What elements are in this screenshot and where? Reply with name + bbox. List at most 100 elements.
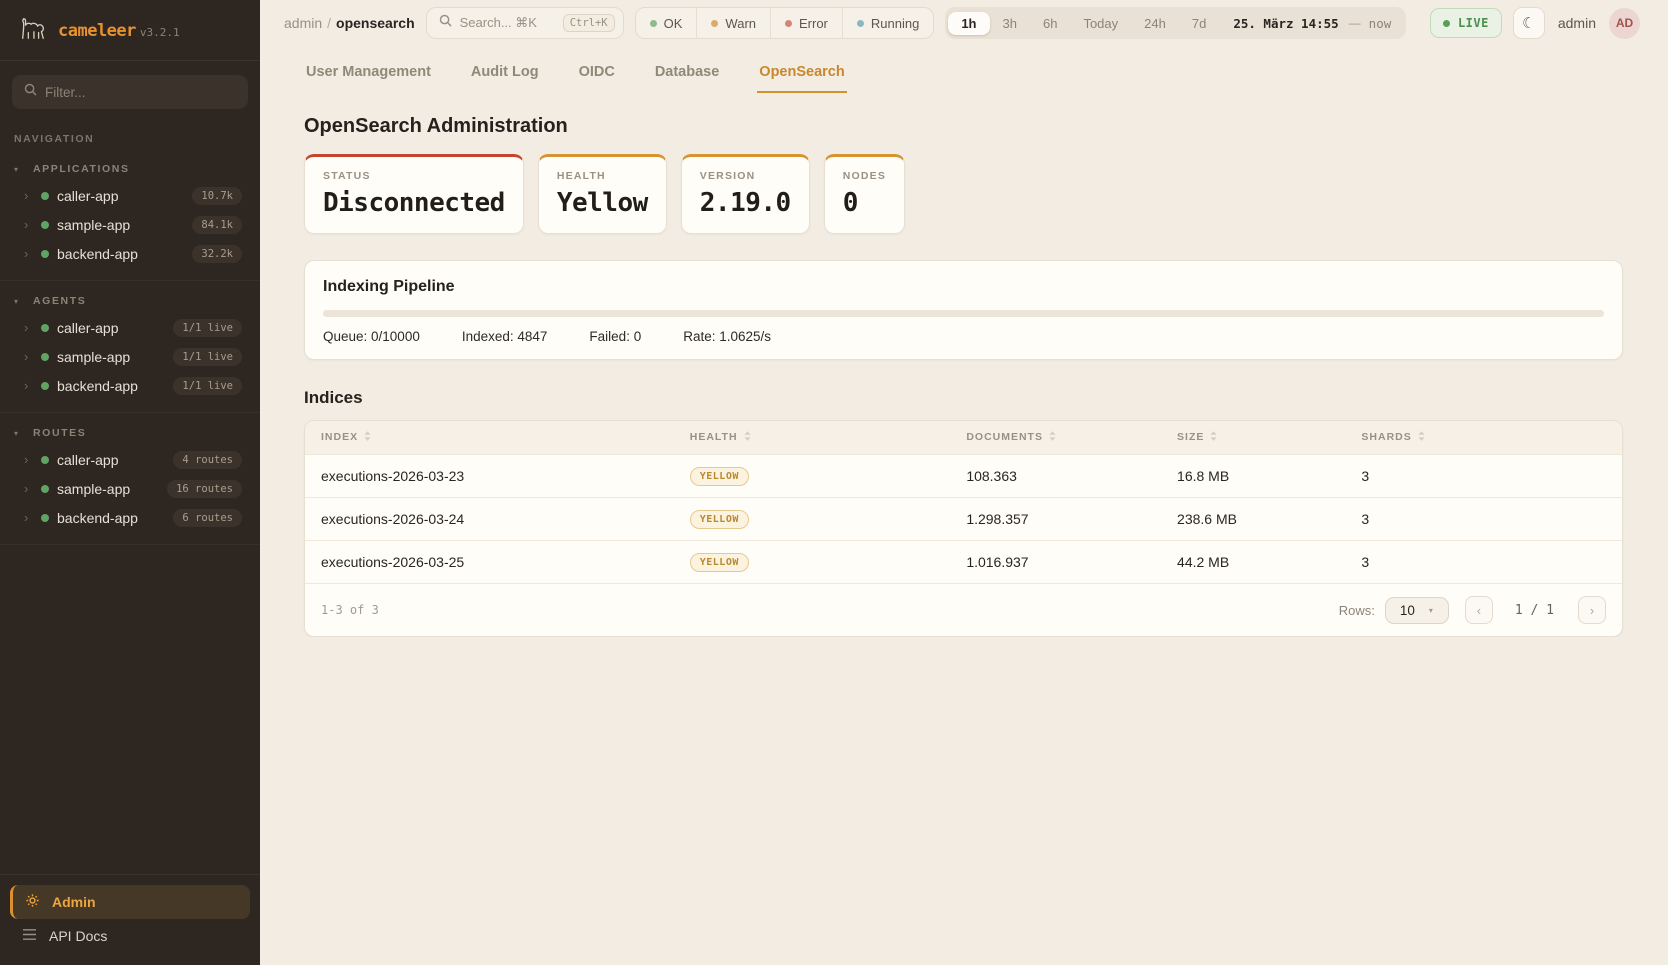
search-placeholder: Search... ⌘K [460,15,537,31]
live-indicator[interactable]: LIVE [1430,8,1502,38]
tab-database[interactable]: Database [653,56,721,93]
list-icon [22,928,37,944]
chevron-right-icon: › [1590,603,1594,618]
error-dot-icon [785,20,792,27]
filter-chip-warn[interactable]: Warn [696,8,770,38]
warn-dot-icon [711,20,718,27]
time-range-24h[interactable]: 24h [1131,12,1179,35]
rows-per-page-select[interactable]: 10 ▾ [1385,597,1449,624]
sidebar-item-routes-backend-app[interactable]: › backend-app 6 routes [12,503,248,532]
cell-shards: 3 [1345,455,1622,498]
filter-chip-ok[interactable]: OK [636,8,697,38]
time-range-7d[interactable]: 7d [1179,12,1219,35]
sort-icon [1210,431,1217,444]
admin-tabs: User Management Audit Log OIDC Database … [260,46,1668,93]
sidebar-section-applications: ▾ APPLICATIONS › caller-app 10.7k › samp… [0,149,260,281]
sidebar-item-routes-caller-app[interactable]: › caller-app 4 routes [12,445,248,474]
table-row[interactable]: executions-2026-03-24 YELLOW 1.298.357 2… [305,498,1622,541]
stat-value: 0 [843,188,886,218]
table-footer: 1-3 of 3 Rows: 10 ▾ ‹ 1 / 1 › [305,583,1622,636]
rows-per-page-label: Rows: [1339,603,1375,618]
chip-label: OK [664,16,683,31]
column-header-index[interactable]: INDEX [305,421,674,455]
filter-chip-running[interactable]: Running [842,8,933,38]
filter-chip-error[interactable]: Error [770,8,842,38]
stat-card-status: STATUS Disconnected [304,154,524,234]
sidebar-item-admin[interactable]: Admin [10,885,250,919]
section-title: AGENTS [33,295,86,307]
sidebar-item-applications-caller-app[interactable]: › caller-app 10.7k [12,181,248,210]
table-row[interactable]: executions-2026-03-23 YELLOW 108.363 16.… [305,455,1622,498]
cell-health: YELLOW [674,541,951,584]
running-dot-icon [857,20,864,27]
time-from-display[interactable]: 25. März 14:55 [1219,16,1344,31]
footer-item-label: Admin [52,894,96,910]
sidebar-item-agents-sample-app[interactable]: › sample-app 1/1 live [12,342,248,371]
time-range-today[interactable]: Today [1070,12,1131,35]
item-label: caller-app [57,320,118,336]
section-header[interactable]: ▾ AGENTS [12,291,248,313]
breadcrumb: admin/opensearch [284,15,415,31]
cell-health: YELLOW [674,498,951,541]
sidebar-item-applications-backend-app[interactable]: › backend-app 32.2k [12,239,248,268]
time-range-1h[interactable]: 1h [948,12,989,35]
column-header-health[interactable]: HEALTH [674,421,951,455]
time-dash: — [1345,16,1365,30]
avatar[interactable]: AD [1609,8,1640,39]
pipeline-title: Indexing Pipeline [323,278,1604,296]
sidebar-item-api-docs[interactable]: API Docs [10,919,250,953]
time-range-3h[interactable]: 3h [990,12,1030,35]
next-page-button[interactable]: › [1578,596,1606,624]
sidebar-section-agents: ▾ AGENTS › caller-app 1/1 live › sample-… [0,281,260,413]
tab-user-management[interactable]: User Management [304,56,433,93]
count-badge: 6 routes [173,509,242,527]
prev-page-button[interactable]: ‹ [1465,596,1493,624]
sidebar-item-agents-backend-app[interactable]: › backend-app 1/1 live [12,371,248,400]
cell-index: executions-2026-03-24 [305,498,674,541]
section-title: APPLICATIONS [33,163,130,175]
item-label: caller-app [57,452,118,468]
stat-card-nodes: NODES 0 [824,154,905,234]
section-header[interactable]: ▾ ROUTES [12,423,248,445]
status-filter-group: OK Warn Error Running [635,7,935,39]
sidebar-item-applications-sample-app[interactable]: › sample-app 84.1k [12,210,248,239]
stat-cards: STATUS Disconnected HEALTH Yellow VERSIO… [304,154,1623,234]
caret-down-icon: ▾ [14,297,24,306]
global-search[interactable]: Search... ⌘K Ctrl+K [426,7,624,39]
sidebar-item-agents-caller-app[interactable]: › caller-app 1/1 live [12,313,248,342]
cell-documents: 1.016.937 [950,541,1161,584]
tab-audit-log[interactable]: Audit Log [469,56,541,93]
column-header-shards[interactable]: SHARDS [1345,421,1622,455]
chevron-right-icon: › [24,350,33,363]
sidebar-filter-input[interactable] [45,85,236,100]
main-area: admin/opensearch Search... ⌘K Ctrl+K OK … [260,0,1668,965]
sort-icon [364,431,371,444]
time-range-6h[interactable]: 6h [1030,12,1070,35]
brand-name: cameleer [58,21,136,41]
sidebar-filter[interactable] [12,75,248,109]
tab-oidc[interactable]: OIDC [577,56,617,93]
sort-icon [1418,431,1425,444]
stat-value: 2.19.0 [700,188,791,218]
count-badge: 1/1 live [173,348,242,366]
theme-toggle-button[interactable]: ☾ [1513,7,1545,39]
health-badge: YELLOW [690,553,749,572]
section-title: ROUTES [33,427,86,439]
stat-label: STATUS [323,170,505,182]
column-header-size[interactable]: SIZE [1161,421,1345,455]
sidebar-item-routes-sample-app[interactable]: › sample-app 16 routes [12,474,248,503]
status-dot [41,221,49,229]
table-row[interactable]: executions-2026-03-25 YELLOW 1.016.937 4… [305,541,1622,584]
column-header-documents[interactable]: DOCUMENTS [950,421,1161,455]
section-header[interactable]: ▾ APPLICATIONS [12,159,248,181]
breadcrumb-parent[interactable]: admin [284,15,322,31]
top-bar: admin/opensearch Search... ⌘K Ctrl+K OK … [260,0,1668,46]
stat-card-health: HEALTH Yellow [538,154,667,234]
indices-title: Indices [304,388,1623,408]
chevron-right-icon: › [24,511,33,524]
tab-opensearch[interactable]: OpenSearch [757,56,846,93]
cell-index: executions-2026-03-23 [305,455,674,498]
count-badge: 16 routes [167,480,242,498]
navigation-label: NAVIGATION [0,115,260,149]
time-to-display[interactable]: now [1365,16,1404,31]
